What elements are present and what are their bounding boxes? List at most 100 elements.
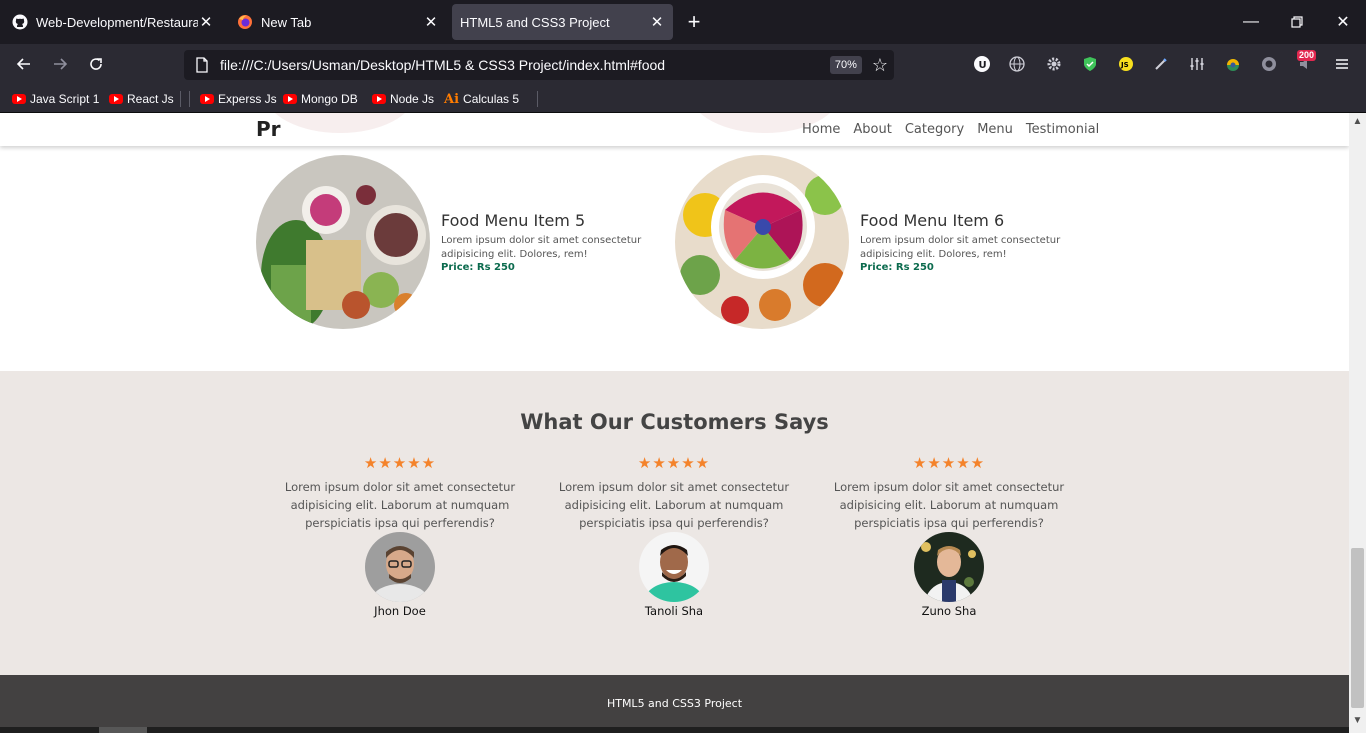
- circle-extension-icon[interactable]: [1259, 54, 1279, 74]
- pen-icon[interactable]: [1151, 54, 1171, 74]
- menu-icon[interactable]: [1332, 54, 1352, 74]
- nav-testimonial[interactable]: Testimonial: [1026, 122, 1099, 137]
- site-logo[interactable]: Pr: [256, 117, 281, 141]
- tab-title: Web-Development/Restaurant: [36, 14, 198, 30]
- bookmark-experss-js[interactable]: Experss Js: [200, 90, 277, 108]
- bookmark-java-script-1[interactable]: Java Script 1: [12, 90, 99, 108]
- illustrator-icon: Ai: [444, 91, 460, 107]
- js-extension-icon[interactable]: JS: [1116, 54, 1136, 74]
- testimonial-text: Lorem ipsum dolor sit amet consectetur a…: [284, 480, 516, 530]
- toolbar: file:///C:/Users/Usman/Desktop/HTML5 & C…: [0, 44, 1366, 84]
- customer-name: Jhon Doe: [374, 604, 426, 618]
- food-title: Food Menu Item 6: [860, 211, 1005, 230]
- tab-project[interactable]: HTML5 and CSS3 Project ✕: [452, 4, 673, 40]
- svg-text:JS: JS: [1120, 61, 1129, 69]
- bookmark-separator: [180, 91, 181, 107]
- site-footer: HTML5 and CSS3 Project: [0, 675, 1349, 733]
- food-image: [256, 155, 430, 329]
- page-icon: [196, 57, 208, 73]
- food-price: Price: Rs 250: [860, 262, 934, 273]
- reload-button[interactable]: [84, 52, 108, 76]
- reload-icon: [90, 58, 102, 70]
- testimonial-text: Lorem ipsum dolor sit amet consectetur a…: [833, 480, 1065, 530]
- tab-title: HTML5 and CSS3 Project: [460, 14, 610, 30]
- customer-name: Zuno Sha: [921, 604, 977, 618]
- food-text: Food Menu Item 6 Lorem ipsum dolor sit a…: [860, 211, 1065, 273]
- page-viewport: Pr Home About Category Menu Testimonial: [0, 113, 1349, 733]
- bookmark-node-js[interactable]: Node Js: [372, 90, 434, 108]
- nav-category[interactable]: Category: [905, 122, 964, 137]
- tab-strip: Web-Development/Restaurant ✕ New Tab ✕ H…: [0, 0, 1366, 44]
- testimonial-title: What Our Customers Says: [520, 410, 829, 434]
- new-tab-button[interactable]: +: [684, 11, 704, 33]
- food-title: Food Menu Item 5: [441, 211, 586, 230]
- gear-icon[interactable]: [1044, 54, 1064, 74]
- testimonial-card: ★★★★★ Lorem ipsum dolor sit amet consect…: [554, 454, 794, 618]
- url-text[interactable]: file:///C:/Users/Usman/Desktop/HTML5 & C…: [220, 57, 830, 73]
- food-item-5: Food Menu Item 5 Lorem ipsum dolor sit a…: [256, 155, 646, 329]
- bookmark-label: React Js: [127, 92, 174, 106]
- shield-icon[interactable]: [1080, 54, 1100, 74]
- star-rating-icon: ★★★★★: [912, 455, 986, 472]
- extension-badge: 200: [1297, 50, 1317, 61]
- close-window-button[interactable]: ✕: [1331, 10, 1355, 34]
- avatar: [914, 532, 984, 602]
- equalizer-icon[interactable]: [1187, 54, 1207, 74]
- youtube-icon: [109, 94, 123, 104]
- customer-name: Tanoli Sha: [644, 604, 704, 618]
- food-description: Lorem ipsum dolor sit amet consectetur a…: [441, 235, 642, 260]
- bookmark-label: Experss Js: [218, 92, 277, 106]
- back-icon: [16, 58, 30, 70]
- globe-icon[interactable]: [1007, 54, 1027, 74]
- bookmark-star-icon[interactable]: ☆: [872, 55, 888, 76]
- bookmark-separator: [189, 91, 190, 107]
- tab-github[interactable]: Web-Development/Restaurant ✕: [4, 4, 222, 40]
- star-rating-icon: ★★★★★: [637, 455, 711, 472]
- close-icon[interactable]: ✕: [198, 14, 214, 31]
- nav-menu[interactable]: Menu: [977, 122, 1013, 137]
- close-icon[interactable]: ✕: [423, 14, 439, 31]
- partial-image: [265, 113, 415, 133]
- horizontal-scrollbar[interactable]: [0, 727, 1349, 733]
- testimonial-section: What Our Customers Says ★★★★★ Lorem ipsu…: [0, 371, 1349, 675]
- forward-button[interactable]: [48, 52, 72, 76]
- forward-icon: [54, 58, 68, 70]
- vertical-scroll-thumb[interactable]: [1351, 548, 1364, 708]
- food-item-6: Food Menu Item 6 Lorem ipsum dolor sit a…: [675, 155, 1065, 329]
- nav-home[interactable]: Home: [802, 122, 840, 137]
- zoom-level[interactable]: 70%: [829, 56, 862, 74]
- food-price: Price: Rs 250: [441, 262, 515, 273]
- food-image: [675, 155, 849, 329]
- color-extension-icon[interactable]: [1223, 54, 1243, 74]
- github-icon: [12, 14, 28, 30]
- bookmark-calculas-5[interactable]: Ai Calculas 5: [444, 90, 519, 108]
- bookmark-label: Mongo DB: [301, 92, 358, 106]
- nav-about[interactable]: About: [853, 122, 891, 137]
- avatar: [365, 532, 435, 602]
- close-icon[interactable]: ✕: [649, 14, 665, 31]
- svg-text:U: U: [979, 60, 987, 71]
- minimize-button[interactable]: —: [1239, 10, 1263, 34]
- scroll-down-arrow-icon[interactable]: ▼: [1349, 712, 1366, 729]
- site-header: Pr Home About Category Menu Testimonial: [0, 113, 1349, 146]
- youtube-icon: [12, 94, 26, 104]
- food-text: Food Menu Item 5 Lorem ipsum dolor sit a…: [441, 211, 646, 273]
- bookmark-react-js[interactable]: React Js: [109, 90, 174, 108]
- back-button[interactable]: [12, 52, 36, 76]
- horizontal-scroll-thumb[interactable]: [99, 727, 147, 733]
- footer-text: HTML5 and CSS3 Project: [606, 697, 743, 710]
- bookmark-label: Calculas 5: [463, 92, 520, 106]
- star-rating-icon: ★★★★★: [363, 455, 437, 472]
- testimonial-text: Lorem ipsum dolor sit amet consectetur a…: [558, 480, 790, 530]
- bookmark-mongo-db[interactable]: Mongo DB: [283, 90, 358, 108]
- restore-icon: [1291, 16, 1303, 28]
- ublock-icon[interactable]: U: [972, 54, 992, 74]
- bookmarks-bar: Java Script 1 React Js Experss Js Mongo …: [0, 84, 1366, 113]
- scroll-up-arrow-icon[interactable]: ▲: [1349, 113, 1366, 130]
- youtube-icon: [372, 94, 386, 104]
- bookmark-separator: [537, 91, 538, 107]
- tab-new[interactable]: New Tab ✕: [229, 4, 447, 40]
- address-bar[interactable]: file:///C:/Users/Usman/Desktop/HTML5 & C…: [184, 50, 894, 80]
- restore-button[interactable]: [1285, 10, 1309, 34]
- firefox-icon: [237, 14, 253, 30]
